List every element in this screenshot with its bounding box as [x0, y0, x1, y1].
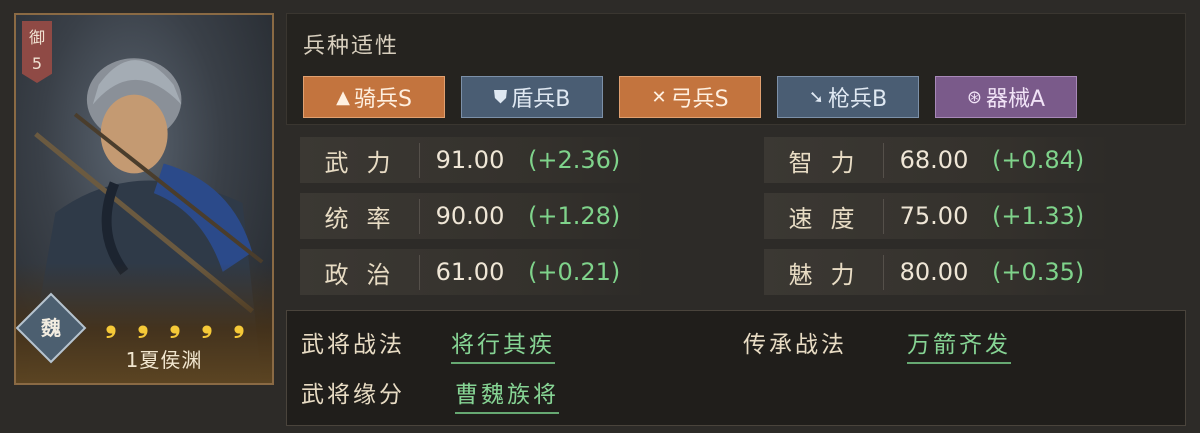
troop-label: 盾兵B [511, 87, 571, 112]
stat-value: 61.00 [435, 258, 505, 286]
stat-bonus: (+1.33) [992, 202, 1085, 230]
troop-label: 枪兵B [828, 87, 888, 112]
rank-level: 5 [31, 54, 43, 73]
wheel-icon: ⊛ [966, 86, 983, 108]
stat-bonus: (+0.84) [992, 146, 1085, 174]
stat-row-speed: 速度 75.00 (+1.33) [764, 193, 1110, 239]
suitability-title: 兵种适性 [303, 34, 400, 59]
rank-tag: 御 5 [22, 21, 52, 83]
stat-row-intellect: 智力 68.00 (+0.84) [764, 137, 1110, 183]
stat-row-charm: 魅力 80.00 (+0.35) [764, 249, 1110, 295]
troop-badge-bow[interactable]: ✕ 弓兵S [619, 76, 761, 118]
stat-label: 政治 [300, 254, 420, 290]
rank-label: 御 [28, 28, 45, 47]
stat-value: 90.00 [435, 202, 505, 230]
stat-value: 75.00 [899, 202, 969, 230]
troop-label: 器械A [986, 87, 1046, 112]
stat-label: 速度 [764, 198, 884, 234]
stat-label: 武力 [300, 142, 420, 178]
stat-label: 魅力 [764, 254, 884, 290]
general-name: 1夏侯渊 [125, 348, 203, 372]
stat-label: 智力 [764, 142, 884, 178]
stat-bonus: (+1.28) [528, 202, 621, 230]
troop-badge-shield[interactable]: ⛊ 盾兵B [461, 76, 603, 118]
stat-bonus: (+0.21) [528, 258, 621, 286]
star-icon: ❟ [137, 306, 149, 339]
bond-label: 武将缘分 [301, 382, 405, 408]
troop-badge-siege[interactable]: ⊛ 器械A [935, 76, 1077, 118]
star-rating: ❟ ❟ ❟ ❟ ❟ [98, 308, 252, 338]
spear-icon: ➘ [808, 86, 824, 108]
tactics-panel: 武将战法 将行其疾 传承战法 万箭齐发 武将缘分 曹魏族将 [286, 310, 1186, 426]
troop-label: 弓兵S [670, 87, 729, 112]
stat-bonus: (+2.36) [528, 146, 621, 174]
stat-row-politics: 政治 61.00 (+0.21) [300, 249, 646, 295]
star-icon: ❟ [105, 306, 117, 339]
star-icon: ❟ [233, 306, 245, 339]
general-tactic-link[interactable]: 将行其疾 [451, 325, 555, 364]
troop-badge-cavalry[interactable]: ▲ 骑兵S [303, 76, 445, 118]
stat-label: 统率 [300, 198, 420, 234]
stat-row-command: 统率 90.00 (+1.28) [300, 193, 646, 239]
general-portrait-card[interactable]: 御 5 魏 ❟ ❟ ❟ ❟ ❟ 1夏侯渊 [14, 13, 274, 385]
general-tactic-label: 武将战法 [301, 332, 405, 358]
horse-icon: ▲ [336, 86, 350, 108]
inherit-tactic-link[interactable]: 万箭齐发 [907, 325, 1011, 364]
stat-value: 80.00 [899, 258, 969, 286]
stat-row-force: 武力 91.00 (+2.36) [300, 137, 646, 183]
troop-suitability-panel: 兵种适性 ▲ 骑兵S ⛊ 盾兵B ✕ 弓兵S ➘ 枪兵B ⊛ 器械A [286, 13, 1186, 125]
troop-badge-spear[interactable]: ➘ 枪兵B [777, 76, 919, 118]
bow-icon: ✕ [651, 86, 667, 108]
inherit-tactic-label: 传承战法 [743, 332, 847, 358]
troop-label: 骑兵S [353, 87, 412, 112]
stat-value: 68.00 [899, 146, 969, 174]
stat-bonus: (+0.35) [992, 258, 1085, 286]
bond-link[interactable]: 曹魏族将 [455, 375, 559, 414]
star-icon: ❟ [201, 306, 213, 339]
stat-value: 91.00 [435, 146, 505, 174]
star-icon: ❟ [169, 306, 181, 339]
shield-icon: ⛊ [493, 86, 508, 108]
